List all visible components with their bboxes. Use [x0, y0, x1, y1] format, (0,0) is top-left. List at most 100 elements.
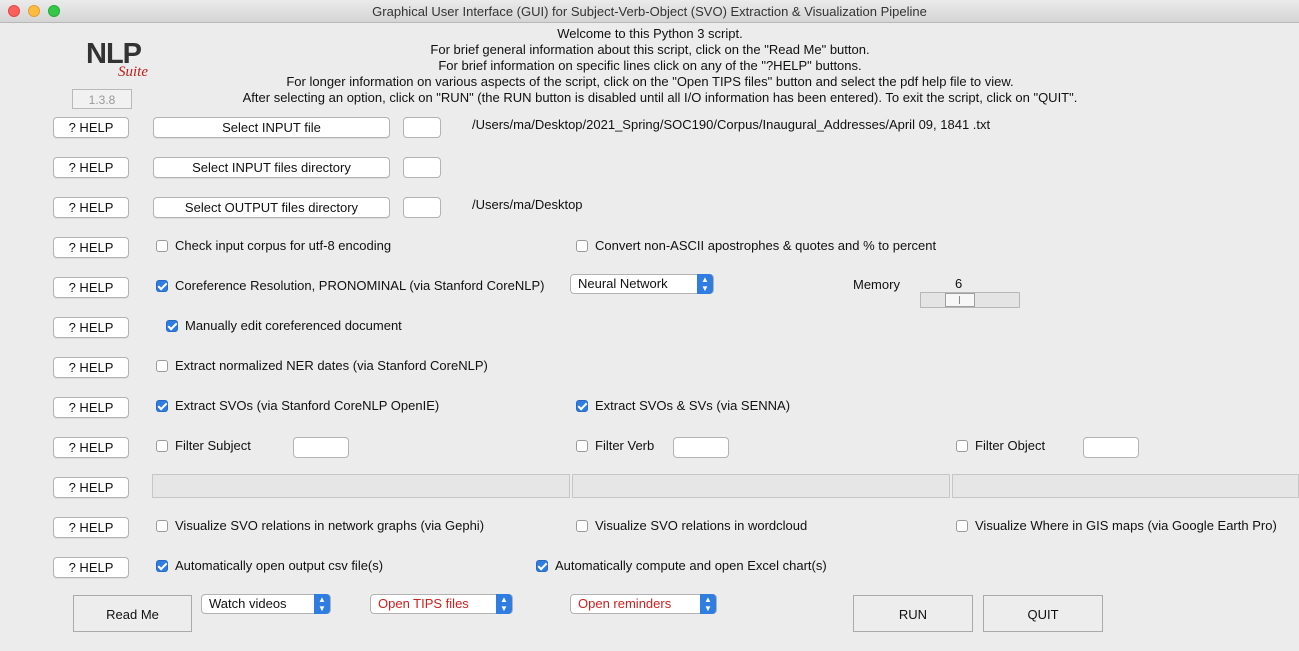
select-input-directory-button[interactable]: Select INPUT files directory	[153, 157, 390, 178]
welcome-line-1: Welcome to this Python 3 script.	[557, 26, 743, 41]
subject-filter-file-field	[152, 474, 570, 498]
utf8-checkbox-box[interactable]	[156, 239, 168, 252]
excel-chart-checkbox-box[interactable]	[536, 559, 548, 572]
help-button-ner-dates[interactable]: ? HELP	[53, 357, 129, 378]
svo-senna-checkbox-box[interactable]	[576, 399, 588, 412]
filter-subject-field[interactable]	[293, 437, 349, 458]
open-csv-checkbox[interactable]: Automatically open output csv file(s)	[156, 558, 383, 573]
filter-verb-checkbox-box[interactable]	[576, 439, 588, 452]
select-output-directory-button[interactable]: Select OUTPUT files directory	[153, 197, 390, 218]
welcome-line-2: For brief general information about this…	[430, 42, 870, 57]
open-tips-select[interactable]: Open TIPS files ▲ ▼	[370, 594, 513, 614]
filter-verb-label: Filter Verb	[595, 438, 655, 453]
utf8-checkbox[interactable]: Check input corpus for utf-8 encoding	[156, 238, 391, 253]
wordcloud-label: Visualize SVO relations in wordcloud	[595, 518, 808, 533]
help-button-extract-svo[interactable]: ? HELP	[53, 397, 129, 418]
welcome-line-3: For brief information on specific lines …	[438, 58, 862, 73]
help-button-visualize[interactable]: ? HELP	[53, 517, 129, 538]
chevron-updown-icon: ▲ ▼	[496, 594, 512, 614]
welcome-line-4: For longer information on various aspect…	[286, 74, 1014, 89]
memory-slider-thumb[interactable]	[945, 293, 975, 307]
object-filter-file-field	[952, 474, 1299, 498]
convert-apostrophes-checkbox[interactable]: Convert non-ASCII apostrophes & quotes a…	[576, 238, 936, 253]
filter-subject-label: Filter Subject	[175, 438, 251, 453]
help-button-coref[interactable]: ? HELP	[53, 277, 129, 298]
quit-button[interactable]: QUIT	[983, 595, 1103, 632]
ner-dates-checkbox-box[interactable]	[156, 359, 168, 372]
filter-object-checkbox-box[interactable]	[956, 439, 968, 452]
verb-filter-file-field	[572, 474, 950, 498]
help-button-filter-files[interactable]: ? HELP	[53, 477, 129, 498]
filter-object-checkbox[interactable]: Filter Object	[956, 438, 1045, 453]
window-title: Graphical User Interface (GUI) for Subje…	[372, 4, 927, 19]
convert-checkbox-box[interactable]	[576, 239, 588, 252]
gephi-label: Visualize SVO relations in network graph…	[175, 518, 485, 533]
memory-value: 6	[955, 276, 963, 291]
filter-subject-checkbox-box[interactable]	[156, 439, 168, 452]
chevron-updown-icon: ▲ ▼	[697, 274, 713, 294]
wordcloud-checkbox-box[interactable]	[576, 519, 588, 532]
gephi-checkbox[interactable]: Visualize SVO relations in network graph…	[156, 518, 484, 533]
help-button-output-dir[interactable]: ? HELP	[53, 197, 129, 218]
memory-label: Memory	[853, 277, 900, 292]
utf8-label: Check input corpus for utf-8 encoding	[175, 238, 392, 253]
help-button-input-dir[interactable]: ? HELP	[53, 157, 129, 178]
help-button-auto-open[interactable]: ? HELP	[53, 557, 129, 578]
chevron-updown-icon: ▲ ▼	[314, 594, 330, 614]
read-me-button[interactable]: Read Me	[73, 595, 192, 632]
version-field: 1.3.8	[72, 89, 132, 109]
input-file-path: /Users/ma/Desktop/2021_Spring/SOC190/Cor…	[472, 117, 991, 132]
run-button[interactable]: RUN	[853, 595, 973, 632]
gephi-checkbox-box[interactable]	[156, 519, 168, 532]
help-button-utf8[interactable]: ? HELP	[53, 237, 129, 258]
help-button-input-file[interactable]: ? HELP	[53, 117, 129, 138]
filter-object-label: Filter Object	[975, 438, 1046, 453]
manual-edit-checkbox[interactable]: Manually edit coreferenced document	[166, 318, 402, 333]
open-reminders-select[interactable]: Open reminders ▲ ▼	[570, 594, 717, 614]
help-button-filters[interactable]: ? HELP	[53, 437, 129, 458]
filter-subject-checkbox[interactable]: Filter Subject	[156, 438, 251, 453]
watch-videos-value: Watch videos	[209, 596, 287, 611]
select-input-file-button[interactable]: Select INPUT file	[153, 117, 390, 138]
gis-label: Visualize Where in GIS maps (via Google …	[975, 518, 1277, 533]
coref-label: Coreference Resolution, PRONOMINAL (via …	[175, 278, 545, 293]
output-directory-path: /Users/ma/Desktop	[472, 197, 583, 212]
input-file-indicator[interactable]	[403, 117, 441, 138]
open-csv-checkbox-box[interactable]	[156, 559, 168, 572]
coref-method-select[interactable]: Neural Network ▲ ▼	[570, 274, 714, 294]
open-tips-value: Open TIPS files	[378, 596, 469, 611]
gis-checkbox-box[interactable]	[956, 519, 968, 532]
filter-object-field[interactable]	[1083, 437, 1139, 458]
nlp-suite-logo: NLP Suite	[86, 38, 166, 82]
svo-senna-checkbox[interactable]: Extract SVOs & SVs (via SENNA)	[576, 398, 790, 413]
excel-chart-checkbox[interactable]: Automatically compute and open Excel cha…	[536, 558, 827, 573]
filter-verb-field[interactable]	[673, 437, 729, 458]
open-reminders-value: Open reminders	[578, 596, 672, 611]
coref-checkbox[interactable]: Coreference Resolution, PRONOMINAL (via …	[156, 278, 570, 293]
title-bar: Graphical User Interface (GUI) for Subje…	[0, 0, 1299, 23]
svo-senna-label: Extract SVOs & SVs (via SENNA)	[595, 398, 791, 413]
convert-label: Convert non-ASCII apostrophes & quotes a…	[595, 238, 937, 253]
help-button-manual-edit[interactable]: ? HELP	[53, 317, 129, 338]
coref-checkbox-box[interactable]	[156, 279, 168, 292]
manual-edit-checkbox-box[interactable]	[166, 319, 178, 332]
logo-suite-text: Suite	[118, 64, 148, 80]
memory-slider[interactable]	[920, 292, 1020, 308]
svo-openie-checkbox[interactable]: Extract SVOs (via Stanford CoreNLP OpenI…	[156, 398, 439, 413]
wordcloud-checkbox[interactable]: Visualize SVO relations in wordcloud	[576, 518, 807, 533]
welcome-line-5: After selecting an option, click on "RUN…	[242, 90, 1078, 105]
open-csv-label: Automatically open output csv file(s)	[175, 558, 384, 573]
filter-verb-checkbox[interactable]: Filter Verb	[576, 438, 654, 453]
ner-dates-checkbox[interactable]: Extract normalized NER dates (via Stanfo…	[156, 358, 488, 373]
coref-method-value: Neural Network	[578, 276, 668, 291]
gis-checkbox[interactable]: Visualize Where in GIS maps (via Google …	[956, 518, 1299, 533]
output-directory-indicator[interactable]	[403, 197, 441, 218]
chevron-updown-icon: ▲ ▼	[700, 594, 716, 614]
svo-openie-label: Extract SVOs (via Stanford CoreNLP OpenI…	[175, 398, 440, 413]
ner-dates-label: Extract normalized NER dates (via Stanfo…	[175, 358, 488, 373]
excel-chart-label: Automatically compute and open Excel cha…	[555, 558, 827, 573]
manual-edit-label: Manually edit coreferenced document	[185, 318, 402, 333]
watch-videos-select[interactable]: Watch videos ▲ ▼	[201, 594, 331, 614]
svo-openie-checkbox-box[interactable]	[156, 399, 168, 412]
input-directory-indicator[interactable]	[403, 157, 441, 178]
